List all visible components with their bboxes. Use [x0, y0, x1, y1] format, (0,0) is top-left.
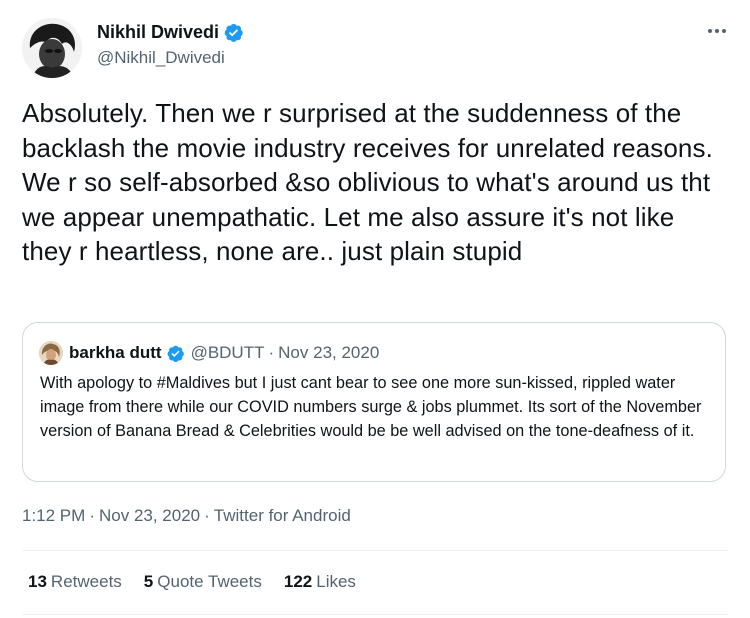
author-name[interactable]: Nikhil Dwivedi	[97, 22, 219, 43]
quoted-author-handle: @BDUTT	[190, 343, 265, 362]
tweet-meta: 1:12 PM · Nov 23, 2020 · Twitter for Android	[22, 506, 351, 526]
tweet-text: Absolutely. Then we r surprised at the s…	[22, 98, 713, 266]
quotes-label: Quote Tweets	[157, 572, 262, 591]
meta-separator: ·	[204, 506, 210, 525]
more-options-icon[interactable]	[704, 20, 730, 42]
likes-stat[interactable]: 122 Likes	[284, 572, 356, 592]
tweet-detail: Nikhil Dwivedi @Nikhil_Dwivedi Absolutel…	[0, 0, 750, 618]
retweets-label: Retweets	[50, 572, 122, 591]
tweet-source[interactable]: Twitter for Android	[214, 506, 351, 525]
tweet-stats: 13 Retweets 5 Quote Tweets 122 Likes	[28, 572, 378, 592]
tweet-time[interactable]: 1:12 PM	[22, 506, 85, 525]
quotes-count: 5	[143, 572, 154, 591]
author-handle[interactable]: @Nikhil_Dwivedi	[97, 48, 225, 68]
divider	[22, 614, 728, 615]
quoted-text: With apology to #Maldives but I just can…	[40, 374, 702, 440]
likes-count: 122	[283, 572, 313, 591]
retweets-stat[interactable]: 13 Retweets	[28, 572, 122, 592]
likes-label: Likes	[316, 572, 356, 591]
verified-badge-icon	[223, 22, 244, 43]
quoted-author-name: barkha dutt	[69, 343, 162, 362]
tweet-date[interactable]: Nov 23, 2020	[99, 506, 200, 525]
quoted-author-avatar[interactable]	[39, 341, 63, 365]
verified-badge-icon	[166, 344, 185, 363]
retweets-count: 13	[28, 572, 47, 591]
quoted-separator: ·	[268, 343, 275, 362]
quoted-tweet[interactable]: barkha dutt @BDUTT · Nov 23, 2020 With a…	[22, 322, 726, 482]
quoted-header: barkha dutt @BDUTT · Nov 23, 2020	[69, 343, 379, 363]
quoted-date: Nov 23, 2020	[278, 343, 380, 362]
author-name-row: Nikhil Dwivedi	[97, 22, 244, 43]
divider	[22, 550, 728, 551]
meta-separator: ·	[89, 506, 95, 525]
quote-tweets-stat[interactable]: 5 Quote Tweets	[144, 572, 262, 592]
author-avatar[interactable]	[22, 18, 82, 78]
